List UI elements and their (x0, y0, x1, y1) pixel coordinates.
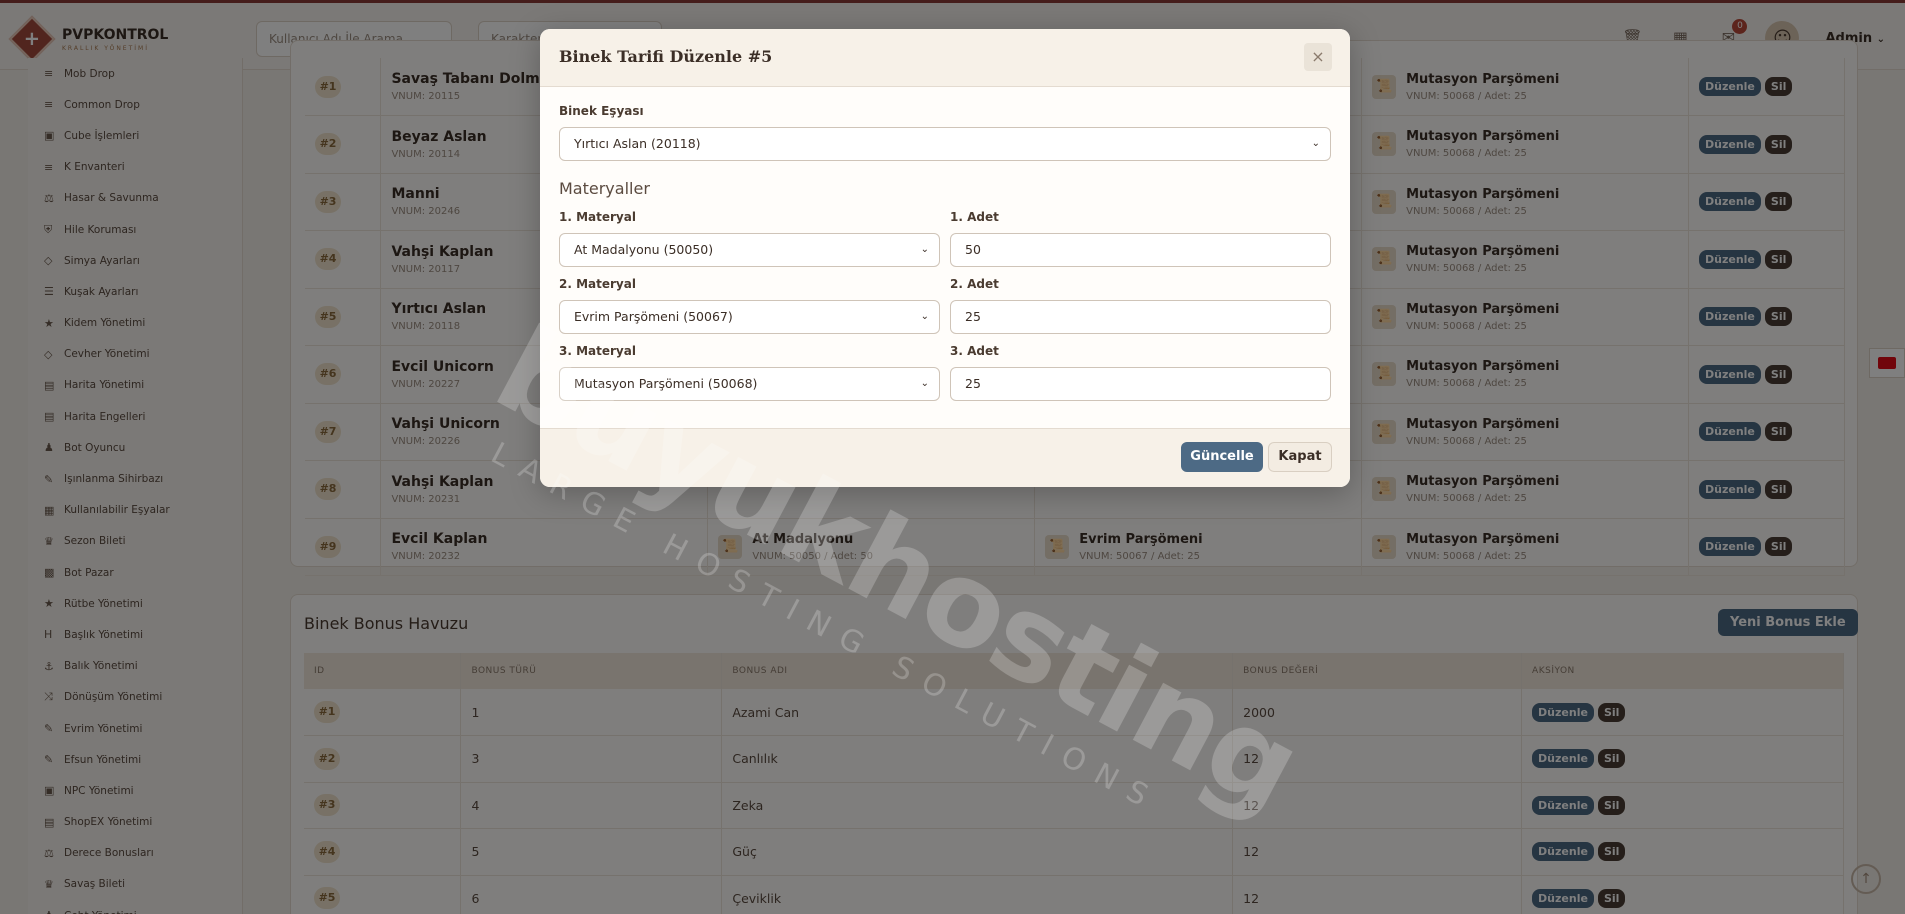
quantity-label: 3. Adet (950, 344, 999, 358)
quantity-label: 2. Adet (950, 277, 999, 291)
material-label: 3. Materyal (559, 344, 636, 358)
material-label: 2. Materyal (559, 277, 636, 291)
quantity-input[interactable]: 25 (950, 367, 1331, 401)
chevron-down-icon: ⌄ (1311, 138, 1320, 149)
mount-label: Binek Eşyası (559, 104, 644, 118)
edit-recipe-modal: Binek Tarifi Düzenle #5 × Binek Eşyası Y… (540, 29, 1350, 487)
close-icon[interactable]: × (1304, 43, 1332, 71)
chevron-down-icon: ⌄ (920, 378, 929, 389)
modal-footer: Güncelle Kapat (540, 428, 1350, 487)
close-button[interactable]: Kapat (1268, 442, 1332, 472)
chevron-down-icon: ⌄ (920, 311, 929, 322)
material-select[interactable]: Evrim Parşömeni (50067) ⌄ (559, 300, 940, 334)
update-button[interactable]: Güncelle (1181, 442, 1263, 472)
quantity-input[interactable]: 25 (950, 300, 1331, 334)
chevron-down-icon: ⌄ (920, 244, 929, 255)
material-label: 1. Materyal (559, 210, 636, 224)
material-select-value: At Madalyonu (50050) (574, 242, 714, 257)
mount-select-value: Yırtıcı Aslan (20118) (574, 136, 701, 151)
material-select[interactable]: Mutasyon Parşömeni (50068) ⌄ (559, 367, 940, 401)
mount-select[interactable]: Yırtıcı Aslan (20118) ⌄ (559, 127, 1331, 161)
modal-body: Binek Eşyası Yırtıcı Aslan (20118) ⌄ Mat… (540, 87, 1350, 428)
materials-title: Materyaller (559, 179, 650, 198)
quantity-value: 25 (965, 376, 981, 391)
modal-title: Binek Tarifi Düzenle #5 (559, 47, 773, 66)
quantity-value: 50 (965, 242, 981, 257)
modal-header: Binek Tarifi Düzenle #5 × (540, 29, 1350, 87)
material-select[interactable]: At Madalyonu (50050) ⌄ (559, 233, 940, 267)
material-select-value: Evrim Parşömeni (50067) (574, 309, 733, 324)
quantity-value: 25 (965, 309, 981, 324)
quantity-input[interactable]: 50 (950, 233, 1331, 267)
quantity-label: 1. Adet (950, 210, 999, 224)
material-select-value: Mutasyon Parşömeni (50068) (574, 376, 758, 391)
